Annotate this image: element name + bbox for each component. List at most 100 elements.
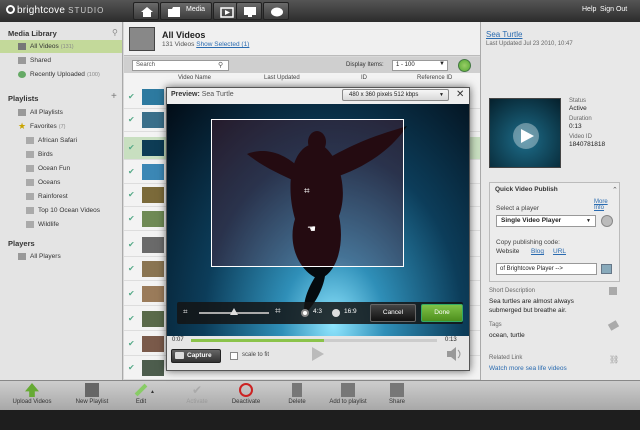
copy-icon[interactable] (601, 264, 612, 274)
add-to-playlist-icon (341, 383, 355, 397)
playlist-icon (26, 179, 34, 186)
camera-icon (175, 352, 184, 359)
hand-cursor-icon: ☚ (307, 224, 316, 235)
show-selected-link[interactable]: Show Selected (1) (196, 41, 249, 48)
activate-button[interactable]: ✔ Activate (180, 383, 214, 405)
progress-fill (191, 339, 324, 342)
check-icon: ✔ (128, 289, 135, 298)
done-button[interactable]: Done (421, 304, 463, 322)
page-title: All Videos (162, 30, 206, 40)
tab-blog[interactable]: Blog (531, 248, 544, 255)
tab-website[interactable]: Website (496, 248, 519, 255)
check-icon: ✔ (128, 167, 135, 176)
tag-icon[interactable] (607, 320, 620, 331)
document-icon[interactable] (609, 287, 617, 295)
cancel-button[interactable]: Cancel (370, 304, 416, 322)
social-nav-button[interactable] (263, 2, 289, 20)
crop-center-icon[interactable]: ⌗ (304, 186, 310, 197)
sidebar-item-favorite[interactable]: Wildlife (0, 218, 122, 231)
sidebar-item-favorite[interactable]: Top 10 Ocean Videos (0, 204, 122, 217)
sidebar-item-favorite[interactable]: Oceans (0, 176, 122, 189)
pencil-icon (134, 383, 148, 397)
pin-icon[interactable]: ⚲ (112, 28, 118, 37)
search-icon[interactable]: ⚲ (218, 61, 223, 69)
sidebar-item-favorite[interactable]: African Safari (0, 134, 122, 147)
playlists-heading: Playlists (8, 94, 39, 103)
qvp-title: Quick Video Publish (495, 186, 558, 193)
slider-handle[interactable] (230, 308, 238, 315)
sidebar-item-shared[interactable]: Shared (0, 54, 122, 67)
video-thumbnail (142, 112, 164, 128)
add-playlist-icon[interactable]: + (111, 91, 117, 102)
play-icon (513, 123, 539, 149)
deactivate-button[interactable]: Deactivate (226, 383, 266, 405)
share-button[interactable]: Share (382, 383, 412, 405)
video-list-icon (18, 43, 26, 50)
current-time: 0:07 (172, 337, 184, 343)
home-button[interactable] (133, 2, 159, 20)
publish-code-field[interactable]: of Brightcove Player --> (496, 263, 597, 275)
check-icon: ✔ (128, 314, 135, 323)
new-playlist-button[interactable]: New Playlist (64, 383, 120, 405)
video-title-link[interactable]: Sea Turtle (486, 30, 522, 39)
playback-controls: 0:07 0:13 Capture scale to fit (167, 336, 469, 370)
analytics-nav-button[interactable] (236, 2, 262, 20)
col-video-name[interactable]: Video Name (178, 75, 211, 85)
video-preview-thumbnail[interactable] (489, 98, 561, 168)
resolution-select[interactable]: 480 x 360 pixels 512 kbps (342, 89, 449, 101)
tab-url[interactable]: URL (553, 248, 566, 255)
aspect-43-radio[interactable] (301, 309, 309, 317)
help-link[interactable]: Help (582, 6, 596, 13)
sidebar: Media Library ⚲ All Videos (131) Shared R… (0, 22, 123, 380)
volume-icon[interactable] (446, 347, 464, 361)
crop-large-icon[interactable]: ⌗ (275, 306, 281, 317)
check-icon: ✔ (128, 214, 135, 223)
sidebar-item-favorite[interactable]: Birds (0, 148, 122, 161)
sidebar-item-favorite[interactable]: Rainforest (0, 190, 122, 203)
refresh-button[interactable] (458, 59, 471, 72)
quick-video-publish: Quick Video Publish ⌃ More Info Select a… (489, 182, 620, 282)
sidebar-item-all-videos[interactable]: All Videos (131) (0, 40, 122, 53)
content-header: All Videos 131 Videos Show Selected (1) (124, 22, 480, 56)
add-to-playlist-button[interactable]: Add to playlist (322, 383, 374, 405)
video-details-panel: Sea Turtle Last Updated Jul 23 2010, 10:… (480, 22, 640, 380)
preview-player-icon[interactable] (601, 215, 613, 227)
players-heading: Players (8, 239, 35, 248)
sidebar-item-favorite[interactable]: Ocean Fun (0, 162, 122, 175)
signout-link[interactable]: Sign Out (600, 6, 627, 13)
player-select[interactable]: Single Video Player (496, 215, 596, 227)
top-bar: brightcove STUDIO Media Help Sign Out (0, 0, 640, 22)
preview-title: Preview: Sea Turtle (171, 91, 234, 98)
link-icon[interactable]: ⛓ (609, 355, 619, 364)
collapse-icon[interactable]: ⌃ (612, 186, 618, 194)
check-icon: ✔ (128, 143, 135, 152)
chat-bubble-icon (271, 7, 283, 17)
deactivate-icon (239, 383, 253, 397)
progress-track[interactable] (191, 339, 437, 342)
check-icon: ✔ (128, 363, 135, 372)
col-last-updated[interactable]: Last Updated (264, 75, 300, 85)
new-playlist-icon (85, 383, 99, 397)
upload-videos-button[interactable]: Upload Videos (6, 383, 58, 405)
star-icon: ★ (18, 121, 27, 131)
sidebar-item-all-players[interactable]: All Players (0, 250, 122, 263)
col-reference-id[interactable]: Reference ID (417, 75, 452, 85)
sidebar-item-recently-uploaded[interactable]: Recently Uploaded (100) (0, 68, 122, 81)
play-icon[interactable] (311, 346, 325, 362)
col-id[interactable]: ID (361, 75, 367, 85)
sidebar-item-all-playlists[interactable]: All Playlists (0, 106, 122, 119)
more-info-link[interactable]: More Info (594, 199, 619, 211)
aspect-169-radio[interactable] (332, 309, 340, 317)
sidebar-item-favorites[interactable]: ★ Favorites (7) (0, 120, 122, 133)
video-frame[interactable]: ⌗ ☚ ⌗ ⌗ 4:3 16:9 Cancel Done (167, 104, 469, 336)
playlist-icon (26, 207, 34, 214)
delete-button[interactable]: Delete (280, 383, 314, 405)
chevron-down-icon: ▼ (586, 218, 591, 224)
scale-to-fit-checkbox[interactable] (230, 352, 238, 360)
total-time: 0:13 (445, 337, 457, 343)
search-input[interactable]: Search (132, 60, 229, 71)
close-icon[interactable]: ✕ (456, 89, 464, 100)
crop-small-icon[interactable]: ⌗ (183, 307, 188, 317)
related-link-value[interactable]: Watch more sea life videos (489, 365, 567, 372)
chevron-up-icon[interactable]: ▲ (150, 389, 155, 395)
